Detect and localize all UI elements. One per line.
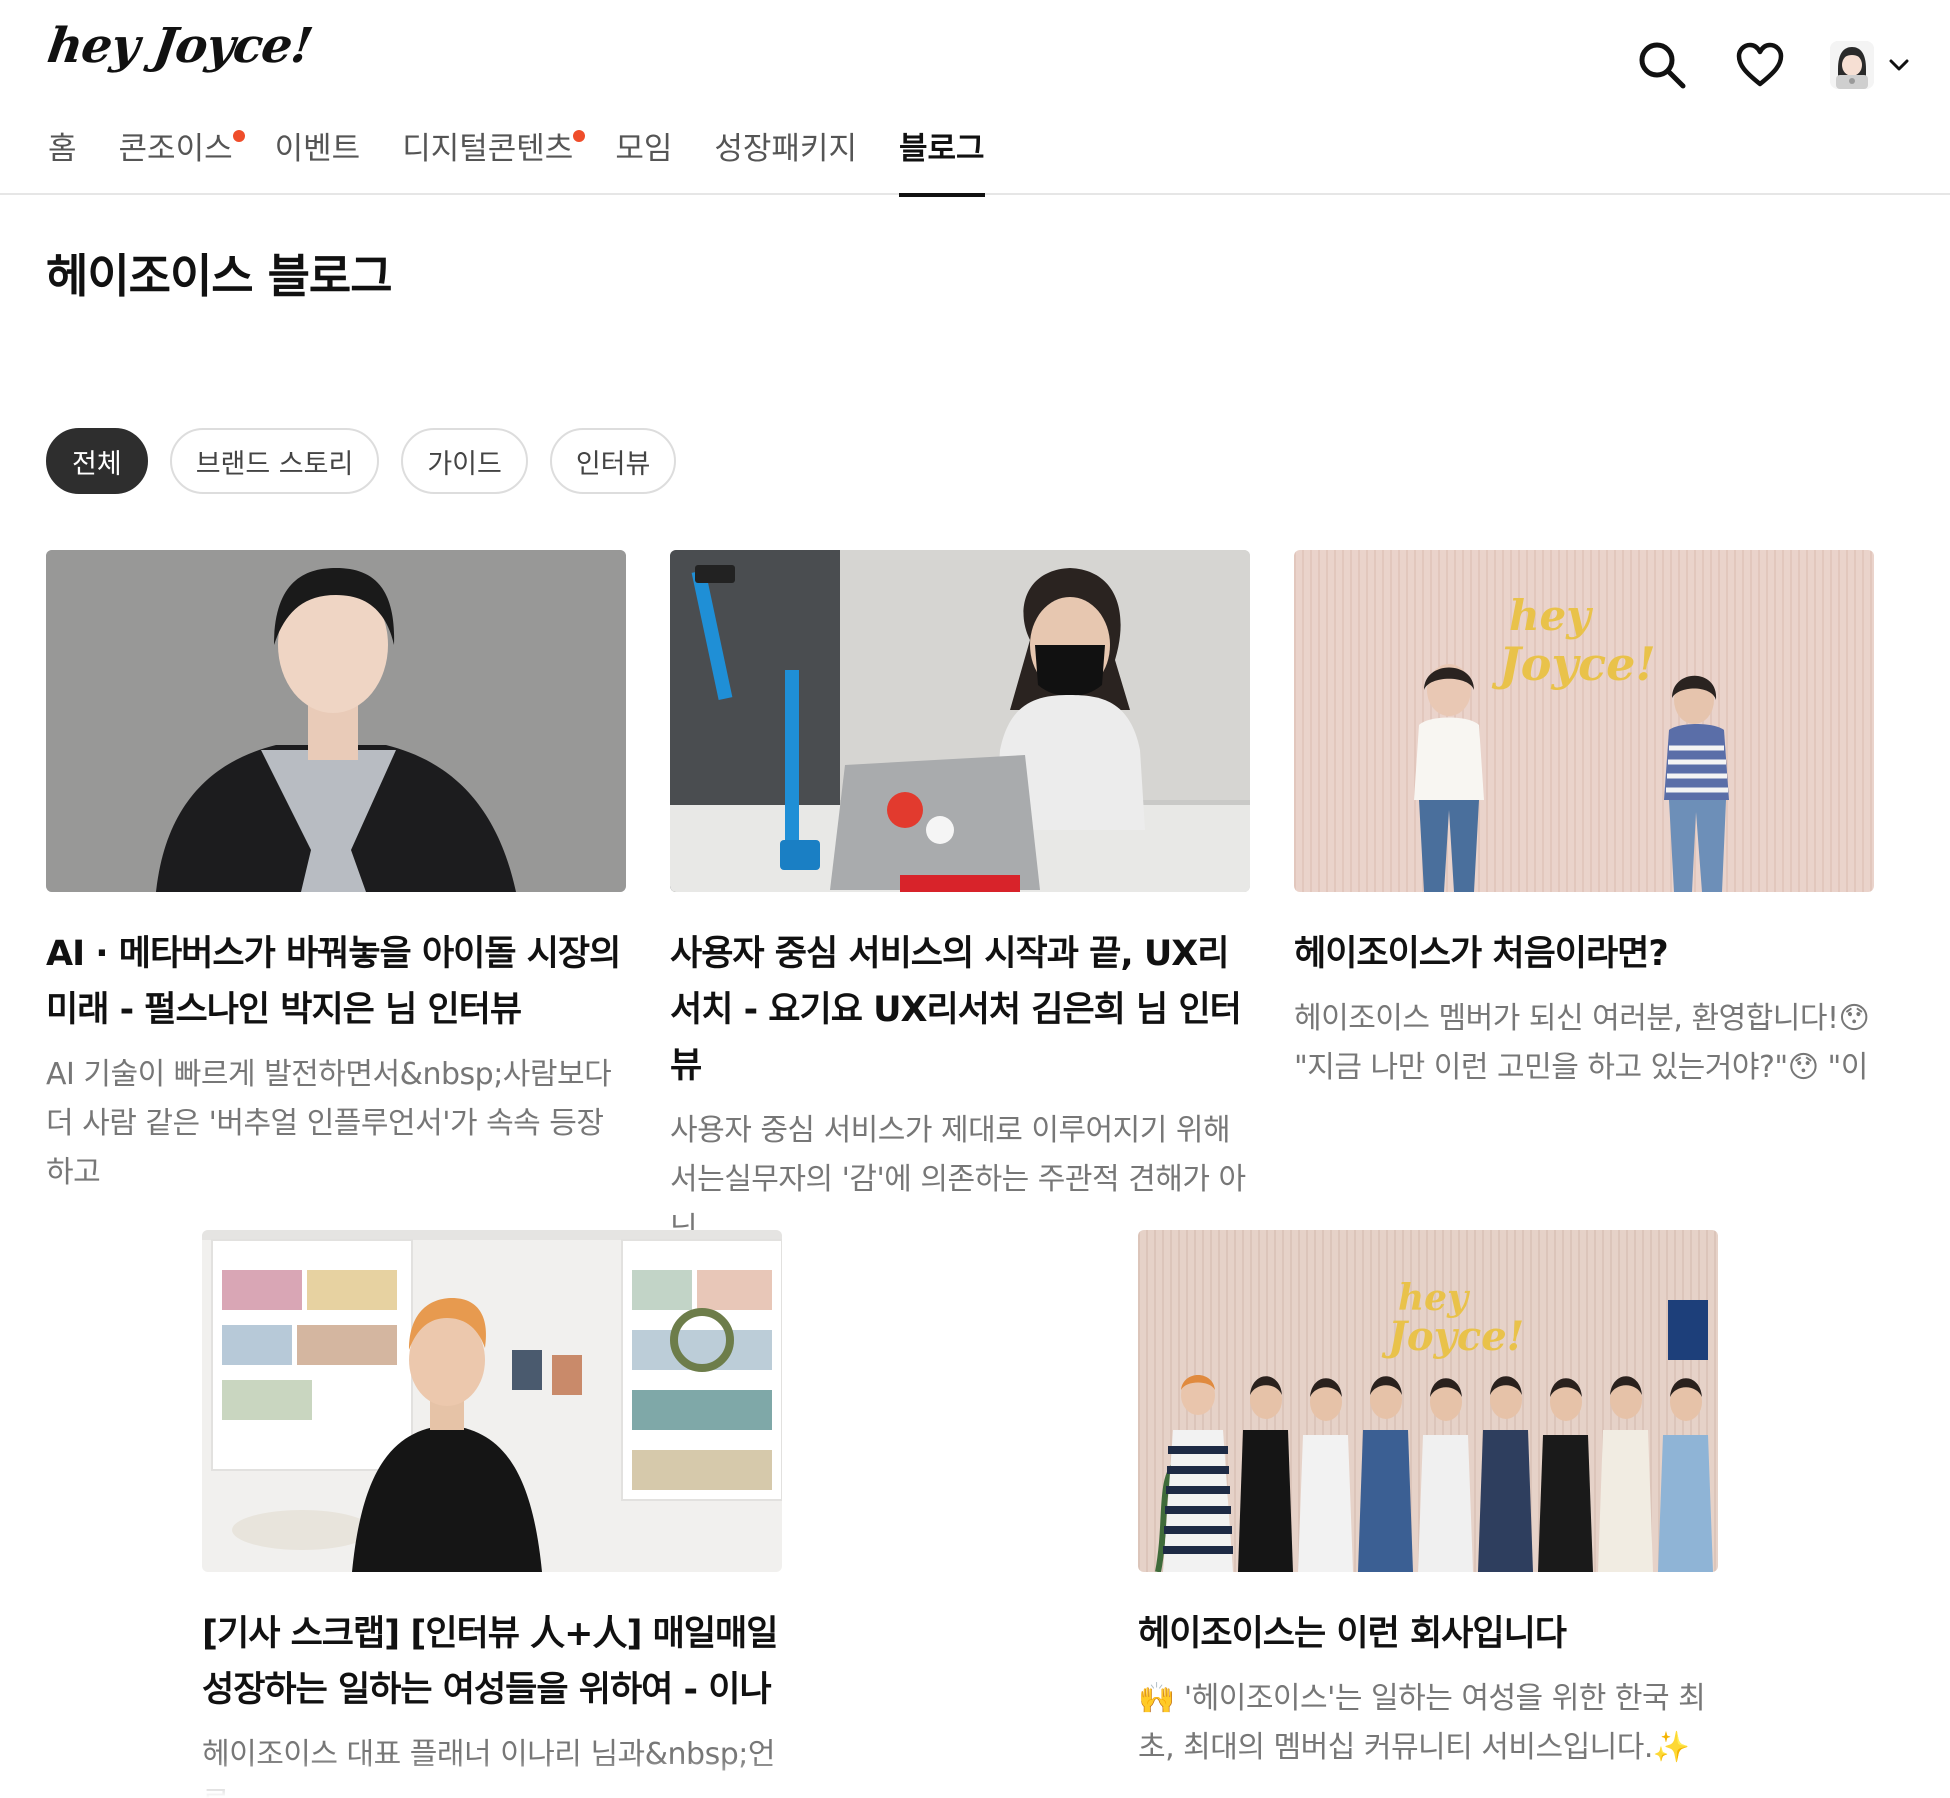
post-thumbnail-image	[670, 550, 1250, 892]
blog-post-card[interactable]: 사용자 중심 서비스의 시작과 끝, UX리서치 - 요기요 UX리서처 김은희…	[670, 550, 1250, 1253]
main-nav: 홈 콘조이스 이벤트 디지털콘텐츠 모임 성장패키지 블로그	[48, 126, 1027, 197]
avatar	[1830, 41, 1874, 89]
blog-post-card[interactable]: hey Joyce! 헤이조이스가 처음이라면? 헤이조이스 멤버가 되신 여러…	[1294, 550, 1874, 1092]
profile-menu[interactable]	[1830, 41, 1910, 89]
filter-chip-interview[interactable]: 인터뷰	[549, 428, 677, 494]
filter-chip-all[interactable]: 전체	[46, 428, 148, 494]
filter-chip-brand-story[interactable]: 브랜드 스토리	[169, 428, 380, 494]
category-filters: 전체 브랜드 스토리 가이드 인터뷰	[46, 428, 677, 494]
filter-chip-guide[interactable]: 가이드	[401, 428, 528, 494]
nav-item-digital-contents[interactable]: 디지털콘텐츠	[402, 126, 586, 195]
search-icon	[1639, 42, 1686, 89]
nav-item-events[interactable]: 이벤트	[275, 126, 361, 195]
post-title[interactable]: 헤이조이스가 처음이라면?	[1294, 926, 1874, 982]
heart-icon	[1736, 42, 1784, 87]
post-thumbnail-image	[46, 550, 626, 892]
blog-post-card[interactable]: [기사 스크랩] [인터뷰 人+人] 매일매일 성장하는 일하는 여성들을 위하…	[202, 1230, 782, 1798]
nav-item-conjoyce[interactable]: 콘조이스	[119, 126, 245, 195]
nav-item-growth-package[interactable]: 성장패키지	[714, 126, 857, 195]
nav-item-blog[interactable]: 블로그	[898, 126, 985, 197]
blog-post-card[interactable]: hey Joyce! 헤이조이스는 이런 회사입니다 🙌 '헤이조이스'는 일하…	[1138, 1230, 1718, 1772]
post-title[interactable]: [기사 스크랩] [인터뷰 人+人] 매일매일 성장하는 일하는 여성들을 위하…	[202, 1606, 782, 1718]
new-badge-dot	[573, 130, 586, 142]
search-button[interactable]	[1634, 37, 1690, 93]
header-actions	[1634, 30, 1910, 100]
post-title[interactable]: 헤이조이스는 이런 회사입니다	[1138, 1606, 1718, 1662]
chevron-down-icon	[1889, 59, 1909, 71]
svg-text:Joyce!: Joyce!	[1491, 637, 1656, 691]
post-excerpt: 🙌 '헤이조이스'는 일하는 여성을 위한 한국 최초, 최대의 멤버십 커뮤니…	[1138, 1681, 1706, 1765]
post-title[interactable]: AI · 메타버스가 바꿔놓을 아이돌 시장의 미래 - 펄스나인 박지은 님 …	[46, 926, 626, 1038]
page-title: 헤이조이스 블로그	[46, 249, 393, 303]
site-header: hey Joyce! 홈 콘조이스 이벤트 디지털콘텐츠 모임 성장패키지 블로…	[0, 0, 1950, 197]
post-excerpt: 헤이조이스 멤버가 되신 여러분, 환영합니다!😯 "지금 나만 이런 고민을 …	[1294, 1001, 1870, 1085]
post-title[interactable]: 사용자 중심 서비스의 시작과 끝, UX리서치 - 요기요 UX리서처 김은희…	[670, 926, 1250, 1094]
new-badge-dot	[232, 130, 245, 142]
post-thumbnail-image: hey Joyce!	[1138, 1230, 1718, 1572]
post-thumbnail-image	[202, 1230, 782, 1572]
svg-text:hey: hey	[1509, 591, 1593, 640]
nav-item-home[interactable]: 홈	[48, 126, 77, 195]
svg-text:Joyce!: Joyce!	[1381, 1313, 1524, 1360]
post-excerpt: 헤이조이스 대표 플래너 이나리 님과&nbsp;언론	[202, 1737, 775, 1798]
nav-item-meetups[interactable]: 모임	[615, 126, 672, 195]
post-thumbnail-image: hey Joyce!	[1294, 550, 1874, 892]
post-excerpt: AI 기술이 빠르게 발전하면서&nbsp;사람보다 더 사람 같은 '버추얼 …	[46, 1057, 612, 1190]
wishlist-button[interactable]	[1732, 37, 1788, 93]
brand-logo[interactable]: hey Joyce!	[44, 18, 315, 74]
blog-post-card[interactable]: AI · 메타버스가 바꿔놓을 아이돌 시장의 미래 - 펄스나인 박지은 님 …	[46, 550, 626, 1197]
